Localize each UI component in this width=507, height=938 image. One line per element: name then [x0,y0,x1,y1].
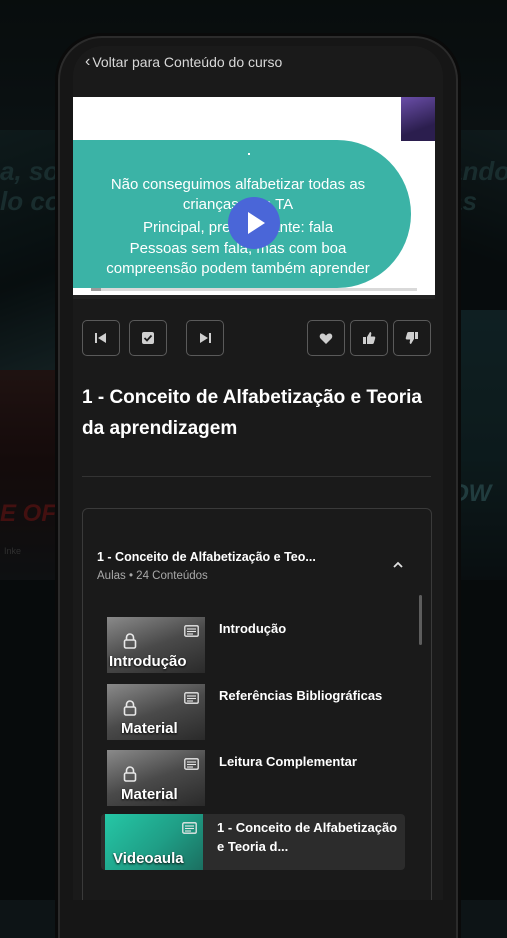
lesson-thumbnail: Videoaula [105,814,203,870]
lock-icon [123,700,137,716]
lesson-item[interactable]: Material Referências Bibliográficas [97,684,407,740]
lesson-item-title: Introdução [219,621,287,636]
thumbs-down-icon [405,332,418,344]
thumbnail-label: Material [121,786,178,803]
lesson-item[interactable]: Material Leitura Complementar [97,750,407,806]
thumbs-up-icon [363,332,376,344]
thumbnail-label: Introdução [109,653,187,670]
play-icon [248,212,265,234]
document-icon [184,625,199,637]
slide-dot [248,153,250,155]
skip-previous-icon [95,333,106,343]
lesson-thumbnail: Material [107,750,205,806]
dislike-button[interactable] [393,320,431,356]
module-subtitle: Aulas • 24 Conteúdos [97,570,208,582]
back-link-label: Voltar para Conteúdo do curso [92,54,283,70]
app-screen: ‹ Voltar para Conteúdo do curso Não cons… [73,46,443,900]
video-footer [73,295,435,299]
divider [82,476,431,477]
document-icon [182,822,197,834]
video-progress-bar[interactable] [91,288,417,291]
slide-text: Não conseguimos alfabetizar todas as [110,176,366,193]
checkbox-checked-icon [142,332,154,344]
slide-text: compreensão podem também aprender [106,260,370,277]
module-title: 1 - Conceito de Alfabetização e Teo... [97,550,316,564]
lesson-title: 1 - Conceito de Alfabetização e Teoria d… [82,387,422,439]
like-button[interactable] [350,320,388,356]
lesson-item-title: 1 - Conceito de Alfabetização e Teoria d… [217,820,398,854]
list-scrollbar[interactable] [419,595,422,645]
play-button[interactable] [228,197,280,249]
module-header[interactable]: 1 - Conceito de Alfabetização e Teo... A… [97,550,397,582]
mark-complete-button[interactable] [129,320,167,356]
lesson-item-active[interactable]: Videoaula 1 - Conceito de Alfabetização … [101,814,405,870]
webcam-overlay [401,97,435,141]
lesson-item-title: Referências Bibliográficas [219,688,383,703]
previous-lesson-button[interactable] [82,320,120,356]
document-icon [184,692,199,704]
video-player[interactable]: Não conseguimos alfabetizar todas as cri… [73,97,435,295]
lesson-item[interactable]: Introdução Introdução [97,617,407,673]
lock-icon [123,766,137,782]
heart-icon [319,333,333,344]
document-icon [184,758,199,770]
thumbnail-label: Material [121,720,178,737]
back-link[interactable]: ‹ Voltar para Conteúdo do curso [85,53,283,71]
video-progress-fill [91,288,101,291]
chevron-up-icon[interactable] [391,558,405,572]
next-lesson-button[interactable] [186,320,224,356]
lock-icon [123,633,137,649]
favorite-button[interactable] [307,320,345,356]
thumbnail-label: Videoaula [113,850,184,867]
lesson-thumbnail: Introdução [107,617,205,673]
skip-next-icon [200,333,211,343]
lesson-item-title: Leitura Complementar [219,754,357,769]
lesson-thumbnail: Material [107,684,205,740]
chevron-left-icon: ‹ [85,53,91,70]
